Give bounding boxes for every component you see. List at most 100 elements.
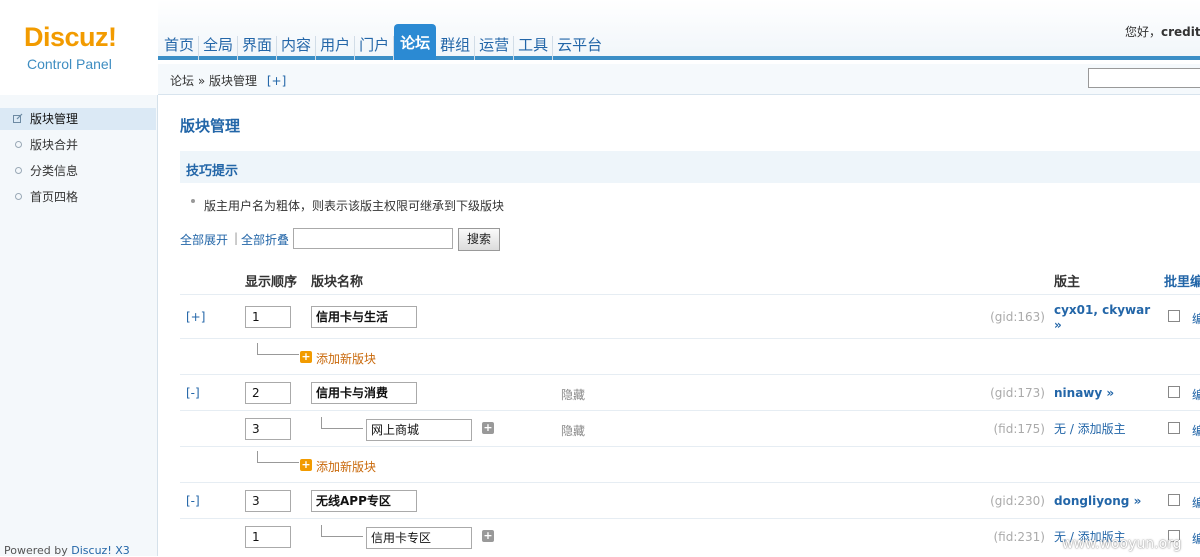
greeting-text: 您好，: [1125, 25, 1162, 39]
collapse-toggle[interactable]: [-]: [186, 386, 200, 400]
order-input[interactable]: 1: [245, 306, 291, 328]
col-header-batch-edit[interactable]: 批里编: [1164, 271, 1200, 290]
logo[interactable]: Discuz! Control Panel: [0, 0, 158, 95]
powered-brand-link[interactable]: Discuz! X3: [71, 544, 130, 557]
forum-name-input[interactable]: 信用卡专区: [366, 527, 472, 549]
order-input[interactable]: 2: [245, 382, 291, 404]
more-moderators-link[interactable]: »: [1054, 318, 1150, 333]
tree-connector: [321, 417, 363, 429]
forum-name-input[interactable]: 无线APP专区: [311, 490, 417, 512]
powered-prefix: Powered by: [4, 544, 72, 557]
add-icon[interactable]: +: [300, 459, 312, 471]
add-subforum-icon[interactable]: +: [482, 422, 494, 434]
moderator-links[interactable]: dongliyong »: [1054, 494, 1141, 509]
order-input[interactable]: 1: [245, 526, 291, 548]
forum-id: (fid:231): [993, 530, 1046, 544]
table-row: [-] 3 无线APP专区 (gid:230) dongliyong » 编: [180, 483, 1200, 519]
breadcrumb-bar: 论坛 » 版块管理 [+]: [158, 64, 1200, 95]
tree-connector: [321, 525, 363, 537]
sidebar-item-thread-types[interactable]: 分类信息: [0, 160, 156, 182]
breadcrumb-root[interactable]: 论坛: [170, 74, 194, 88]
batch-checkbox[interactable]: [1168, 386, 1180, 398]
breadcrumb: 论坛 » 版块管理 [+]: [170, 72, 286, 89]
moderators: cyx01, ckywar »: [1054, 303, 1150, 333]
user-greeting: 您好，creditb: [1125, 23, 1200, 40]
collapse-toggle[interactable]: [-]: [186, 494, 200, 508]
bullet-icon: [15, 141, 22, 148]
nav-portal[interactable]: 门户: [355, 36, 395, 60]
search-button[interactable]: 搜索: [458, 228, 500, 251]
edit-link[interactable]: 编: [1192, 386, 1200, 403]
edit-link[interactable]: 编: [1192, 422, 1200, 439]
forum-id: (fid:175): [993, 422, 1046, 436]
forum-search-input[interactable]: [293, 228, 453, 249]
add-forum-row: + 添加新版块: [180, 339, 1200, 375]
forum-id: (gid:163): [990, 310, 1045, 324]
logo-wordmark: Discuz!: [24, 22, 117, 52]
table-row: 3 网上商城 + 隐藏 (fid:175) 无 / 添加版主 编: [180, 411, 1200, 447]
table-row: 1 信用卡专区 + (fid:231) 无 / 添加版主 编: [180, 519, 1200, 555]
moderator-links[interactable]: ninawy »: [1054, 386, 1114, 401]
sidebar-item-label: 版块管理: [30, 112, 79, 126]
forum-name-input[interactable]: 信用卡与生活: [311, 306, 417, 328]
tree-connector: [257, 343, 299, 355]
forum-name-input[interactable]: 信用卡与消费: [311, 382, 417, 404]
sidebar-item-label: 版块合并: [30, 138, 79, 152]
sidebar-item-home-grid[interactable]: 首页四格: [0, 186, 156, 208]
add-shortcut-button[interactable]: [+]: [267, 74, 286, 88]
expand-toggle[interactable]: [+]: [186, 310, 205, 324]
forum-name-input[interactable]: 网上商城: [366, 419, 472, 441]
forum-id: (gid:230): [990, 494, 1045, 508]
moderator-links[interactable]: cyx01, ckywar: [1054, 303, 1150, 318]
top-header: 首页 全局 界面 内容 用户 门户 论坛 群组 运营 工具 云平台 您好，cre…: [0, 0, 1200, 60]
add-forum-row: + 添加新版块: [180, 447, 1200, 483]
forum-id: (gid:173): [990, 386, 1045, 400]
top-navigation: 首页 全局 界面 内容 用户 门户 论坛 群组 运营 工具 云平台: [160, 18, 606, 60]
watermark: www.wooyun.org: [1062, 536, 1182, 552]
nav-content[interactable]: 内容: [277, 36, 317, 60]
expand-all-link[interactable]: 全部展开: [180, 231, 228, 248]
page-title: 版块管理: [180, 117, 241, 135]
sidebar-item-forum-merge[interactable]: 版块合并: [0, 134, 156, 156]
batch-checkbox[interactable]: [1168, 494, 1180, 506]
breadcrumb-separator: »: [197, 74, 206, 88]
table-row: [-] 2 信用卡与消费 隐藏 (gid:173) ninawy » 编: [180, 375, 1200, 411]
col-header-moderators: 版主: [1054, 275, 1081, 290]
main-content: 版块管理 技巧提示 版主用户名为粗体，则表示该版主权限可继承到下级版块 全部展开…: [158, 95, 1200, 556]
nav-interface[interactable]: 界面: [238, 36, 278, 60]
nav-groups[interactable]: 群组: [436, 36, 476, 60]
batch-checkbox[interactable]: [1168, 422, 1180, 434]
table-row: [+] 1 信用卡与生活 (gid:163) cyx01, ckywar » 编: [180, 295, 1200, 339]
nav-cloud[interactable]: 云平台: [553, 36, 606, 60]
table-header-row: 显示顺序 版块名称 版主 批里编: [180, 259, 1200, 295]
nav-forum[interactable]: 论坛: [394, 24, 437, 60]
nav-users[interactable]: 用户: [316, 36, 356, 60]
sidebar-item-forum-manage[interactable]: 版块管理: [0, 108, 156, 130]
sidebar-item-label: 首页四格: [30, 190, 79, 204]
order-input[interactable]: 3: [245, 418, 291, 440]
edit-link[interactable]: 编: [1192, 530, 1200, 547]
nav-operations[interactable]: 运营: [475, 36, 515, 60]
hidden-label: 隐藏: [561, 424, 586, 438]
edit-link[interactable]: 编: [1192, 310, 1200, 327]
nav-tools[interactable]: 工具: [514, 36, 554, 60]
tip-text: 版主用户名为粗体，则表示该版主权限可继承到下级版块: [204, 199, 505, 213]
edit-icon: [13, 113, 23, 123]
username[interactable]: creditb: [1161, 25, 1200, 39]
col-header-order: 显示顺序: [245, 275, 298, 290]
edit-link[interactable]: 编: [1192, 494, 1200, 511]
powered-by: Powered by Discuz! X3: [4, 544, 130, 557]
tree-connector: [257, 451, 299, 463]
add-icon[interactable]: +: [300, 351, 312, 363]
order-input[interactable]: 3: [245, 490, 291, 512]
batch-checkbox[interactable]: [1168, 310, 1180, 322]
nav-global[interactable]: 全局: [199, 36, 239, 60]
nav-home[interactable]: 首页: [160, 36, 200, 60]
menu-search-input[interactable]: [1088, 68, 1200, 88]
add-new-forum-link[interactable]: 添加新版块: [316, 350, 376, 367]
collapse-all-link[interactable]: 全部折叠: [241, 231, 289, 248]
sidebar-item-label: 分类信息: [30, 164, 79, 178]
add-new-forum-link[interactable]: 添加新版块: [316, 458, 376, 475]
add-moderator-link[interactable]: 无 / 添加版主: [1054, 422, 1126, 437]
add-subforum-icon[interactable]: +: [482, 530, 494, 542]
